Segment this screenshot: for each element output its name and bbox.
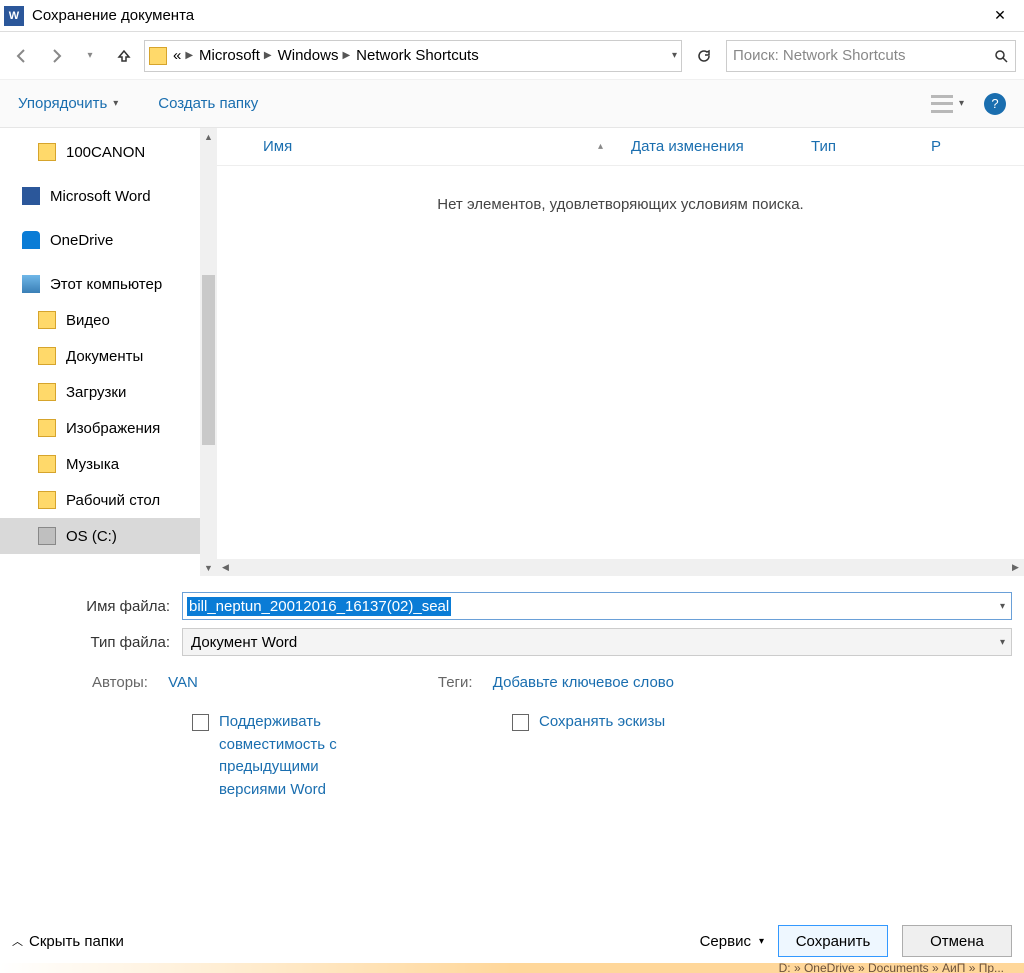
computer-icon [22, 275, 40, 293]
scroll-left-arrow[interactable]: ◀ [217, 559, 234, 576]
folder-icon [38, 491, 56, 509]
scroll-thumb[interactable] [202, 275, 215, 445]
checkbox-icon [512, 714, 529, 731]
sidebar-item-downloads[interactable]: Загрузки [0, 374, 200, 410]
content-hscrollbar[interactable]: ◀ ▶ [217, 559, 1024, 576]
status-bar: D: » OneDrive » Documents » АиП » Пр... [0, 963, 1024, 973]
sidebar-item-music[interactable]: Музыка [0, 446, 200, 482]
chevron-up-icon: ︿ [12, 933, 23, 949]
breadcrumb-microsoft[interactable]: Microsoft▶ [199, 47, 272, 64]
scroll-up-arrow[interactable]: ▲ [200, 128, 217, 145]
checkbox-thumbnails[interactable]: Сохранять эскизы [512, 711, 665, 801]
folder-icon [38, 419, 56, 437]
sidebar-item-this-pc[interactable]: Этот компьютер [0, 266, 200, 302]
sidebar-item-microsoft-word[interactable]: Microsoft Word [0, 178, 200, 214]
list-header: Имя▴ Дата изменения Тип Р [217, 128, 1024, 166]
folder-icon [149, 47, 167, 65]
search-input[interactable]: Поиск: Network Shortcuts [726, 40, 1016, 72]
sort-indicator-icon: ▴ [598, 141, 603, 152]
authors-value[interactable]: VAN [168, 674, 198, 691]
folder-icon [38, 143, 56, 161]
help-button[interactable]: ? [984, 93, 1006, 115]
column-name[interactable]: Имя▴ [217, 138, 617, 155]
checkbox-compatibility[interactable]: Поддерживать совместимость с предыдущими… [192, 711, 372, 801]
folder-icon [38, 455, 56, 473]
folder-icon [38, 311, 56, 329]
title-bar: W Сохранение документа ✕ [0, 0, 1024, 32]
sidebar-item-os-c[interactable]: OS (C:) [0, 518, 200, 554]
onedrive-icon [22, 231, 40, 249]
breadcrumb-windows[interactable]: Windows▶ [278, 47, 351, 64]
folder-icon [38, 383, 56, 401]
address-dropdown[interactable]: ▾ [672, 50, 677, 61]
save-fields: Имя файла: bill_neptun_20012016_16137(02… [0, 576, 1024, 809]
nav-bar: ▾ «▶ Microsoft▶ Windows▶ Network Shortcu… [0, 32, 1024, 80]
sidebar-item-desktop[interactable]: Рабочий стол [0, 482, 200, 518]
search-icon [993, 48, 1009, 64]
search-placeholder: Поиск: Network Shortcuts [733, 47, 987, 64]
new-folder-button[interactable]: Создать папку [158, 95, 258, 112]
refresh-button[interactable] [688, 40, 720, 72]
sidebar-item-pictures[interactable]: Изображения [0, 410, 200, 446]
tools-menu[interactable]: Сервис▾ [700, 933, 764, 950]
forward-button[interactable] [42, 42, 70, 70]
dialog-footer: ︿ Скрыть папки Сервис▾ Сохранить Отмена [0, 925, 1024, 957]
address-bar[interactable]: «▶ Microsoft▶ Windows▶ Network Shortcuts… [144, 40, 682, 72]
tags-value[interactable]: Добавьте ключевое слово [493, 674, 674, 691]
view-menu[interactable]: ▾ [931, 95, 964, 113]
scroll-right-arrow[interactable]: ▶ [1007, 559, 1024, 576]
column-size[interactable]: Р [917, 138, 955, 155]
breadcrumb-root[interactable]: «▶ [173, 47, 193, 64]
word-icon [22, 187, 40, 205]
sidebar-item-onedrive[interactable]: OneDrive [0, 222, 200, 258]
toolbar: Упорядочить▾ Создать папку ▾ ? [0, 80, 1024, 128]
list-view-icon [931, 95, 953, 113]
sidebar-scrollbar[interactable]: ▲ ▼ [200, 128, 217, 576]
save-button[interactable]: Сохранить [778, 925, 888, 957]
chevron-down-icon[interactable]: ▾ [1000, 601, 1005, 612]
up-button[interactable] [110, 42, 138, 70]
recent-dropdown[interactable]: ▾ [76, 42, 104, 70]
tags-label: Теги: [438, 674, 473, 691]
close-button[interactable]: ✕ [980, 7, 1020, 24]
filetype-label: Тип файла: [12, 634, 182, 651]
authors-label: Авторы: [92, 674, 148, 691]
folder-icon [38, 347, 56, 365]
scroll-down-arrow[interactable]: ▼ [200, 559, 217, 576]
chevron-down-icon[interactable]: ▾ [1000, 637, 1005, 648]
cancel-button[interactable]: Отмена [902, 925, 1012, 957]
sidebar-item-videos[interactable]: Видео [0, 302, 200, 338]
word-app-icon: W [4, 6, 24, 26]
empty-folder-message: Нет элементов, удовлетворяющих условиям … [217, 166, 1024, 213]
hide-folders-toggle[interactable]: ︿ Скрыть папки [12, 933, 124, 950]
sidebar-item-documents[interactable]: Документы [0, 338, 200, 374]
organise-menu[interactable]: Упорядочить▾ [18, 95, 118, 112]
breadcrumb-network-shortcuts[interactable]: Network Shortcuts [356, 47, 479, 64]
dialog-body: 100CANON Microsoft Word OneDrive Этот ко… [0, 128, 1024, 576]
filename-input[interactable]: bill_neptun_20012016_16137(02)_seal ▾ [182, 592, 1012, 620]
drive-icon [38, 527, 56, 545]
checkbox-icon [192, 714, 209, 731]
file-list: Имя▴ Дата изменения Тип Р Нет элементов,… [217, 128, 1024, 576]
window-title: Сохранение документа [32, 7, 980, 24]
back-button[interactable] [8, 42, 36, 70]
column-type[interactable]: Тип [797, 138, 917, 155]
sidebar: 100CANON Microsoft Word OneDrive Этот ко… [0, 128, 200, 576]
filetype-value: Документ Word [191, 634, 297, 651]
column-date[interactable]: Дата изменения [617, 138, 797, 155]
filetype-select[interactable]: Документ Word ▾ [182, 628, 1012, 656]
filename-label: Имя файла: [12, 598, 182, 615]
filename-value: bill_neptun_20012016_16137(02)_seal [187, 597, 451, 616]
sidebar-item-100canon[interactable]: 100CANON [0, 134, 200, 170]
